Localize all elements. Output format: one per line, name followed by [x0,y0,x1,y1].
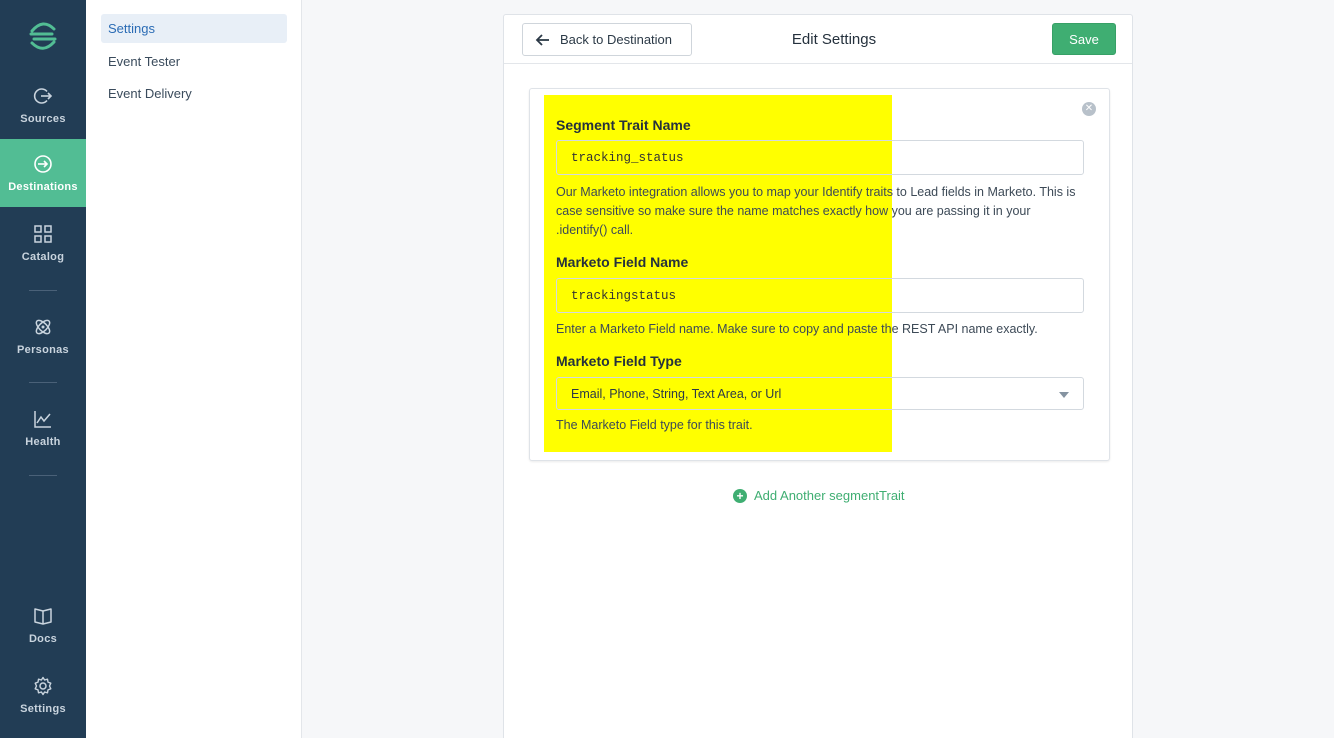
marketo-field-type-value: Email, Phone, String, Text Area, or Url [571,386,782,401]
nav-label: Catalog [21,251,65,263]
nav-sources[interactable]: Sources [0,71,86,139]
subnav-settings[interactable]: Settings [101,14,287,43]
nav-destinations[interactable]: Destinations [0,139,86,207]
docs-icon [32,605,54,627]
nav-docs[interactable]: Docs [0,591,86,659]
subnav-event-delivery[interactable]: Event Delivery [101,79,287,108]
nav-label: Docs [28,633,58,645]
arrow-left-icon [535,32,551,48]
nav-divider [29,290,57,291]
personas-icon [32,316,54,338]
nav-settings[interactable]: Settings [0,661,86,729]
nav-health[interactable]: Health [0,394,86,462]
page-title: Edit Settings [791,31,877,48]
segment-trait-panel: ✕ Segment Trait Name Our Marketo integra… [529,88,1110,461]
nav-label: Sources [20,113,66,125]
marketo-field-type-select[interactable]: Email, Phone, String, Text Area, or Url [556,377,1084,410]
segment-trait-name-label: Segment Trait Name [556,117,691,133]
remove-trait-icon[interactable]: ✕ [1082,102,1096,116]
add-trait-label: Add Another segmentTrait [754,488,905,503]
nav-catalog[interactable]: Catalog [0,209,86,277]
card-header: Back to Destination Edit Settings Save [504,15,1132,64]
gear-icon [32,675,54,697]
back-to-destination-button[interactable]: Back to Destination [522,23,692,56]
segment-trait-help: Our Marketo integration allows you to ma… [556,185,1076,237]
primary-nav: Sources Destinations Catalog Personas He… [0,0,86,738]
back-button-label: Back to Destination [560,32,673,47]
health-icon [32,408,54,430]
nav-divider [29,475,57,476]
sources-icon [32,85,54,107]
edit-settings-card: Back to Destination Edit Settings Save ✕… [503,14,1133,738]
segment-logo[interactable] [0,20,86,56]
nav-label: Health [25,436,61,448]
nav-label: Personas [17,344,69,356]
marketo-field-type-help: The Marketo Field type for this trait. [556,418,753,432]
marketo-field-type-label: Marketo Field Type [556,353,682,369]
marketo-field-name-input[interactable] [556,278,1084,313]
marketo-field-name-help: Enter a Marketo Field name. Make sure to… [556,322,1038,336]
segment-trait-name-input[interactable] [556,140,1084,175]
plus-circle-icon: + [733,488,747,503]
chevron-down-icon [1059,392,1069,398]
destination-subnav: Settings Event Tester Event Delivery [86,0,302,738]
marketo-field-name-label: Marketo Field Name [556,254,689,270]
save-button[interactable]: Save [1052,23,1116,55]
subnav-event-tester[interactable]: Event Tester [101,47,287,76]
nav-label: Destinations [8,181,78,193]
nav-divider [29,382,57,383]
nav-label: Settings [20,703,66,715]
catalog-icon [32,223,54,245]
nav-personas[interactable]: Personas [0,302,86,370]
add-another-trait-link[interactable]: + Add Another segmentTrait [733,488,905,503]
destinations-icon [32,153,54,175]
